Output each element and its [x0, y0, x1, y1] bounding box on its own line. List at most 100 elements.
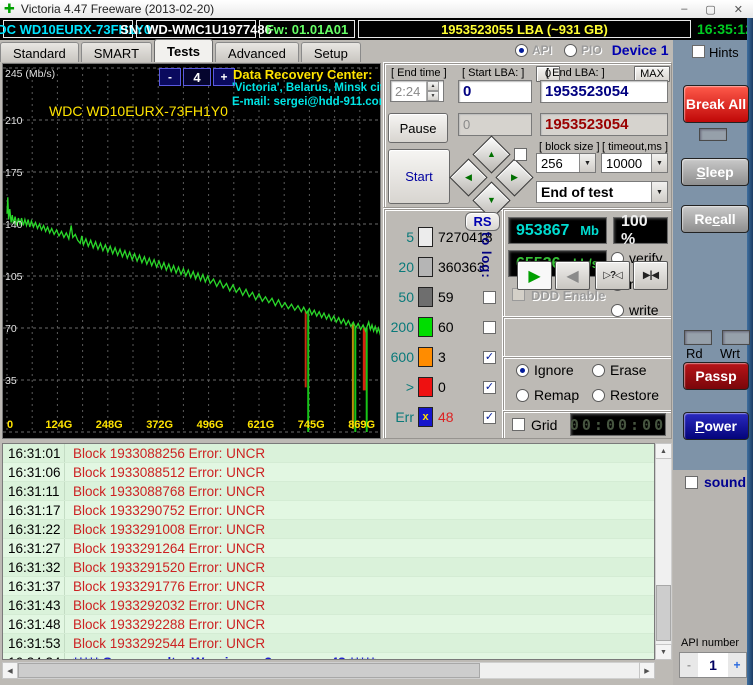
log-timestamp: 16:31:37 — [3, 577, 65, 595]
scroll-left-arrow[interactable]: ◀ — [2, 662, 18, 679]
mode-radio-write[interactable] — [611, 303, 624, 317]
end-lba-input[interactable]: 1953523054 — [540, 80, 668, 103]
iolog-to-log-checkbox[interactable] — [483, 290, 496, 304]
speed-band-swatch — [418, 227, 433, 247]
timeout-value: 10000 — [606, 155, 643, 171]
recall-button[interactable]: Recall — [681, 205, 749, 233]
zoom-out-button[interactable]: - — [159, 68, 181, 86]
chevron-down-icon[interactable]: ▼ — [651, 154, 667, 172]
iolog-to-log-checkbox[interactable]: ✓ — [483, 350, 496, 364]
tab-smart[interactable]: SMART — [80, 42, 153, 62]
tab-advanced[interactable]: Advanced — [215, 42, 299, 62]
api-minus-button[interactable]: - — [680, 653, 698, 677]
seek-question-button[interactable]: ▷?◁ — [595, 261, 630, 290]
policy-radio-ignore[interactable] — [516, 363, 529, 377]
overlay-title: Data Recovery Center: — [233, 67, 373, 82]
scroll-down-arrow[interactable]: ▼ — [655, 644, 672, 660]
iolog-threshold-label: 20 — [398, 259, 414, 275]
error-x-icon: x — [418, 407, 433, 427]
down-arrow-icon: ▼ — [487, 194, 496, 205]
scroll-up-arrow[interactable]: ▲ — [655, 443, 672, 459]
log-row: 16:31:43 Block 1933292032 Error: UNCR — [3, 596, 654, 615]
policy-option: Restore — [592, 387, 668, 403]
interface-mode-group: API PIO Device 1 — [515, 42, 669, 58]
speed-band-swatch — [418, 317, 433, 337]
sound-checkbox[interactable] — [685, 476, 698, 489]
mb-value: 953867 — [516, 221, 570, 239]
timeout-label: [ timeout,ms ] — [602, 141, 669, 153]
end-action-select[interactable]: End of test ▼ — [536, 181, 668, 203]
power-label: Power — [694, 418, 738, 434]
device-label: Device 1 — [611, 42, 669, 58]
minimize-button[interactable]: – — [681, 3, 687, 16]
speed-band-swatch — [418, 257, 433, 277]
pio-radio[interactable] — [564, 43, 578, 57]
tab-tests[interactable]: Tests — [154, 39, 214, 62]
iolog-threshold-label: 600 — [390, 349, 414, 365]
speed-graph-panel: 245 (Mb/s) 210 175 140 105 70 35 0 124G 248G 372G 4… — [2, 63, 390, 439]
log-message: Block 1933292544 Error: UNCR — [73, 635, 266, 651]
iolog-to-log-checkbox[interactable]: ✓ — [483, 410, 496, 424]
log-timestamp: 16:31:27 — [3, 539, 65, 557]
start-lba-input[interactable]: 0 — [458, 80, 532, 103]
power-button[interactable]: Power — [683, 412, 749, 440]
pause-button[interactable]: Pause — [388, 113, 448, 143]
log-message: Block 1933291008 Error: UNCR — [73, 521, 266, 537]
scroll-right-arrow[interactable]: ▶ — [639, 662, 655, 679]
passp-button[interactable]: Passp — [683, 362, 749, 390]
svg-text:35: 35 — [5, 375, 17, 387]
log-timestamp: 16:31:01 — [3, 444, 65, 462]
api-plus-button[interactable]: + — [728, 653, 746, 677]
ddd-enable-label: DDD Enable — [531, 288, 606, 303]
log-timestamp: 16:31:53 — [3, 634, 65, 652]
timeout-select[interactable]: 10000 ▼ — [601, 153, 668, 173]
api-radio[interactable] — [515, 43, 528, 57]
block-size-select[interactable]: 256 ▼ — [536, 153, 596, 173]
window-title: Victoria 4.47 Freeware (2013-02-20) — [20, 2, 215, 16]
block-size-checkbox[interactable] — [514, 148, 527, 161]
policy-radio-restore[interactable] — [592, 388, 605, 402]
seek-end-icon: ▶|◀ — [642, 270, 659, 281]
svg-text:70: 70 — [5, 323, 17, 335]
zoom-level-value: 4 — [183, 68, 211, 86]
policy-label: Restore — [610, 387, 660, 403]
close-button[interactable]: ✕ — [734, 3, 743, 16]
iolog-count: 48 — [438, 409, 454, 425]
iolog-to-log-checkbox[interactable] — [483, 320, 496, 334]
log-timestamp: 16:34:24 — [3, 653, 65, 659]
break-all-button[interactable]: Break All — [683, 85, 749, 123]
vscroll-thumb[interactable] — [656, 585, 671, 641]
hscroll-thumb[interactable] — [18, 663, 480, 678]
log-row: 16:31:32 Block 1933291520 Error: UNCR — [3, 558, 654, 577]
tab-setup[interactable]: Setup — [300, 42, 361, 62]
iolog-to-log-checkbox[interactable]: ✓ — [483, 380, 496, 394]
scan-forward-button[interactable]: ▶ — [517, 261, 552, 290]
scan-back-button[interactable]: ◀ — [555, 261, 590, 290]
sleep-button[interactable]: Sleep — [681, 158, 749, 186]
wrt-label: Wrt — [720, 346, 740, 361]
svg-text:248G: 248G — [96, 419, 123, 431]
hints-checkbox[interactable] — [692, 45, 705, 58]
policy-radio-remap[interactable] — [516, 388, 529, 402]
chevron-down-icon[interactable]: ▼ — [579, 154, 595, 172]
log-message: Block 1933291520 Error: UNCR — [73, 559, 266, 575]
pio-label: PIO — [581, 43, 602, 57]
grid-checkbox[interactable] — [512, 418, 525, 431]
policy-radio-erase[interactable] — [592, 363, 605, 377]
iolog-threshold-label: 200 — [390, 319, 414, 335]
chevron-down-icon[interactable]: ▼ — [651, 182, 667, 202]
percent-display: 100 % — [613, 213, 668, 248]
log-message: Block 1933290752 Error: UNCR — [73, 502, 266, 518]
end-time-spinner[interactable]: 2:24 ▲ ▼ — [390, 80, 444, 102]
graph-zoom-controls: - 4 + — [159, 68, 235, 86]
drive-serial: SN: WD-WMC1U1977486 — [120, 20, 272, 38]
seek-end-button[interactable]: ▶|◀ — [633, 261, 668, 290]
iolog-count: 0 — [438, 379, 446, 395]
start-button[interactable]: Start — [388, 149, 450, 204]
policy-label: Ignore — [534, 362, 574, 378]
maximize-button[interactable]: ▢ — [705, 3, 715, 16]
end-time-spin-buttons[interactable]: ▲ ▼ — [426, 81, 439, 101]
log-row: 16:31:22 Block 1933291008 Error: UNCR — [3, 520, 654, 539]
current-lba-display: 0 — [458, 113, 532, 136]
tab-standard[interactable]: Standard — [0, 42, 79, 62]
